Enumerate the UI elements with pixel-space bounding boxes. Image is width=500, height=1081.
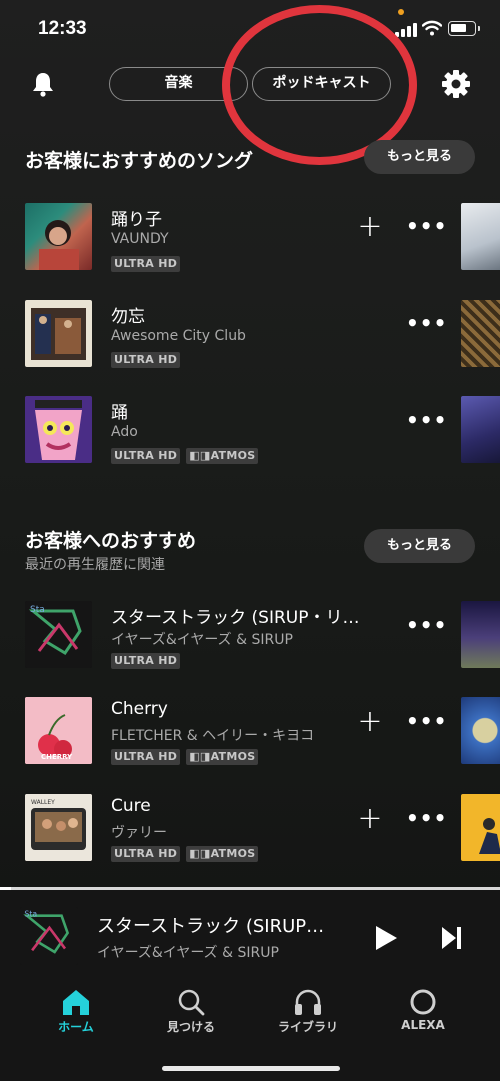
add-button[interactable]: +: [357, 212, 383, 242]
track-artist[interactable]: Ado: [111, 424, 341, 440]
track-artist[interactable]: ヴァリー: [111, 822, 341, 842]
more-options-button[interactable]: •••: [406, 313, 447, 333]
headphones-icon: [295, 989, 321, 1015]
now-playing-artist[interactable]: イヤーズ&イヤーズ & SIRUP: [97, 942, 329, 962]
svg-text:Sta: Sta: [30, 605, 45, 615]
status-dot: [398, 9, 404, 15]
search-icon: [178, 989, 205, 1016]
track-title[interactable]: スターストラック (SIRUP・リ…: [111, 603, 381, 628]
ultra-hd-badge: ULTRA HD: [111, 653, 181, 669]
track-artist[interactable]: Awesome City Club: [111, 328, 341, 344]
section-title-recommended-songs: お客様におすすめのソング: [25, 150, 254, 172]
nav-alexa[interactable]: ALEXA: [373, 988, 473, 1032]
track-artist[interactable]: VAUNDY: [111, 231, 341, 247]
bell-icon[interactable]: [29, 70, 57, 98]
ultra-hd-badge: ULTRA HD: [111, 352, 181, 368]
battery-icon: [448, 21, 480, 36]
dolby-atmos-badge: ◧◨ATMOS: [186, 749, 259, 765]
quality-badges: ULTRA HD: [111, 653, 181, 669]
dolby-atmos-badge: ◧◨ATMOS: [186, 448, 259, 464]
skip-next-icon[interactable]: [441, 926, 463, 950]
svg-text:CHERRY: CHERRY: [41, 753, 73, 761]
album-art[interactable]: [25, 203, 92, 270]
album-art-peek[interactable]: [461, 396, 500, 463]
more-options-button[interactable]: •••: [406, 410, 447, 430]
album-art[interactable]: [25, 300, 92, 367]
album-art[interactable]: Sta: [25, 601, 92, 668]
more-options-button[interactable]: •••: [406, 615, 447, 635]
quality-badges: ULTRA HD ◧◨ATMOS: [111, 448, 259, 464]
home-indicator: [162, 1066, 340, 1071]
nav-label: ライブラリ: [277, 1020, 338, 1034]
album-art[interactable]: [25, 396, 92, 463]
track-artist[interactable]: イヤーズ&イヤーズ & SIRUP: [111, 629, 381, 649]
nav-label: ALEXA: [401, 1018, 445, 1032]
dolby-atmos-badge: ◧◨ATMOS: [186, 846, 259, 862]
more-button-songs[interactable]: もっと見る: [364, 140, 475, 174]
gear-icon[interactable]: [440, 68, 472, 100]
nav-home[interactable]: ホーム: [26, 988, 126, 1035]
more-button-recommended[interactable]: もっと見る: [364, 529, 475, 563]
now-playing-art[interactable]: Sta: [20, 907, 78, 965]
album-art-peek[interactable]: [461, 697, 500, 764]
quality-badges: ULTRA HD: [111, 256, 181, 272]
album-art[interactable]: CHERRY: [25, 697, 92, 764]
more-options-button[interactable]: •••: [406, 216, 447, 236]
nav-label: ホーム: [58, 1020, 94, 1034]
alexa-icon: [410, 989, 436, 1015]
wifi-icon: [422, 20, 442, 36]
album-art[interactable]: WALLEY: [25, 794, 92, 861]
add-button[interactable]: +: [357, 804, 383, 834]
ultra-hd-badge: ULTRA HD: [111, 256, 181, 272]
quality-badges: ULTRA HD ◧◨ATMOS: [111, 749, 259, 765]
more-options-button[interactable]: •••: [406, 808, 447, 828]
track-title[interactable]: 勿忘: [111, 302, 341, 327]
svg-text:Sta: Sta: [24, 910, 37, 919]
album-art-peek[interactable]: [461, 794, 500, 861]
status-time: 12:33: [38, 18, 87, 39]
track-artist[interactable]: FLETCHER & ヘイリー・キヨコ: [111, 725, 341, 745]
more-options-button[interactable]: •••: [406, 711, 447, 731]
quality-badges: ULTRA HD: [111, 352, 181, 368]
add-button[interactable]: +: [357, 707, 383, 737]
nav-find[interactable]: 見つける: [141, 988, 241, 1035]
track-title[interactable]: 踊り子: [111, 205, 341, 230]
home-icon: [63, 990, 89, 1015]
track-title[interactable]: Cherry: [111, 699, 341, 719]
svg-text:WALLEY: WALLEY: [31, 799, 55, 806]
nav-library[interactable]: ライブラリ: [258, 988, 358, 1035]
track-title[interactable]: 踊: [111, 398, 341, 423]
ultra-hd-badge: ULTRA HD: [111, 846, 181, 862]
section-subtitle: 最近の再生履歴に関連: [25, 557, 165, 573]
album-art-peek[interactable]: [461, 203, 500, 270]
now-playing-title[interactable]: スターストラック (SIRUP…: [97, 912, 329, 938]
play-icon[interactable]: [374, 925, 398, 951]
ultra-hd-badge: ULTRA HD: [111, 448, 181, 464]
album-art-peek[interactable]: [461, 300, 500, 367]
section-title-recommended: お客様へのおすすめ: [25, 530, 197, 552]
signal-icon: [395, 23, 417, 37]
quality-badges: ULTRA HD ◧◨ATMOS: [111, 846, 259, 862]
track-title[interactable]: Cure: [111, 796, 341, 816]
nav-label: 見つける: [166, 1020, 215, 1034]
ultra-hd-badge: ULTRA HD: [111, 749, 181, 765]
album-art-peek[interactable]: [461, 601, 500, 668]
